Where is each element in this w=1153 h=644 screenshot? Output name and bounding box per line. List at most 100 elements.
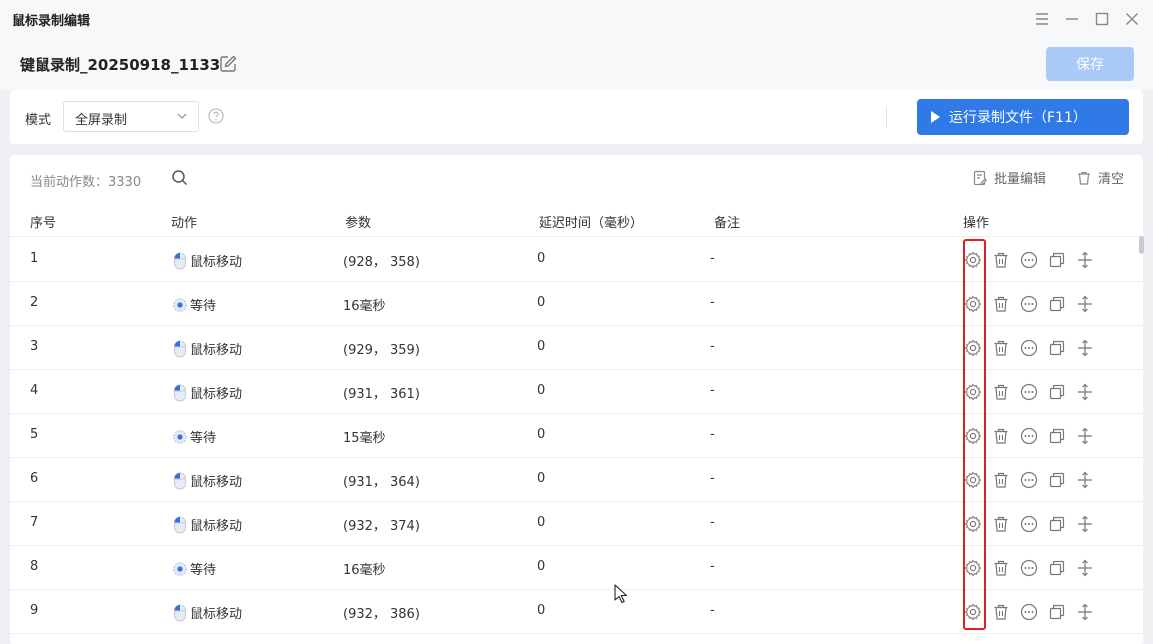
row-params: (929， 359) (343, 343, 420, 358)
recording-header: 键鼠录制_20250918_1133 保存 (0, 38, 1153, 90)
move-icon[interactable] (1075, 470, 1094, 489)
row-note: - (710, 471, 715, 486)
row-index: 2 (30, 295, 39, 310)
batch-edit-button[interactable]: 批量编辑 (972, 168, 1046, 187)
copy-icon[interactable] (1047, 338, 1066, 357)
window-controls (1031, 8, 1143, 30)
maximize-icon[interactable] (1091, 8, 1113, 30)
trash-icon[interactable] (991, 602, 1010, 621)
recording-name: 键鼠录制_20250918_1133 (20, 56, 221, 74)
more-icon[interactable] (1019, 294, 1038, 313)
mouse-icon (172, 604, 188, 622)
row-index: 1 (30, 251, 39, 266)
copy-icon[interactable] (1047, 470, 1066, 489)
column-index: 序号 (30, 216, 57, 231)
clear-label: 清空 (1098, 172, 1125, 187)
more-icon[interactable] (1019, 602, 1038, 621)
trash-icon[interactable] (991, 470, 1010, 489)
row-note: - (710, 339, 715, 354)
gear-icon[interactable] (963, 602, 982, 621)
action-count: 当前动作数：3330 (30, 175, 142, 190)
copy-icon[interactable] (1047, 602, 1066, 621)
row-delay: 0 (537, 427, 546, 442)
more-icon[interactable] (1019, 514, 1038, 533)
move-icon[interactable] (1075, 338, 1094, 357)
more-icon[interactable] (1019, 426, 1038, 445)
table-row[interactable]: 2 等待 16毫秒 0 - (10, 282, 1143, 326)
table-row[interactable]: 5 等待 15毫秒 0 - (10, 414, 1143, 458)
more-icon[interactable] (1019, 338, 1038, 357)
copy-icon[interactable] (1047, 294, 1066, 313)
trash-icon[interactable] (991, 514, 1010, 533)
menu-icon[interactable] (1031, 8, 1053, 30)
move-icon[interactable] (1075, 294, 1094, 313)
search-icon[interactable] (171, 169, 189, 187)
window-title: 鼠标录制编辑 (12, 13, 91, 29)
column-delay: 延迟时间（毫秒） (539, 216, 644, 231)
more-icon[interactable] (1019, 382, 1038, 401)
table-row[interactable]: 6 鼠标移动 (931， 364) 0 - (10, 458, 1143, 502)
edit-name-icon[interactable] (218, 54, 238, 74)
copy-icon[interactable] (1047, 514, 1066, 533)
trash-icon[interactable] (991, 558, 1010, 577)
mode-select[interactable]: 全屏录制 (63, 101, 199, 132)
row-operations (963, 382, 1094, 401)
trash-icon[interactable] (991, 382, 1010, 401)
gear-icon[interactable] (963, 514, 982, 533)
help-icon[interactable] (208, 108, 224, 124)
move-icon[interactable] (1075, 426, 1094, 445)
table-row[interactable]: 3 鼠标移动 (929， 359) 0 - (10, 326, 1143, 370)
column-params: 参数 (345, 216, 372, 231)
close-icon[interactable] (1121, 8, 1143, 30)
table-row[interactable]: 4 鼠标移动 (931， 361) 0 - (10, 370, 1143, 414)
batch-edit-icon (973, 170, 988, 185)
copy-icon[interactable] (1047, 382, 1066, 401)
more-icon[interactable] (1019, 470, 1038, 489)
move-icon[interactable] (1075, 514, 1094, 533)
gear-icon[interactable] (963, 382, 982, 401)
move-icon[interactable] (1075, 602, 1094, 621)
scrollbar-thumb[interactable] (1139, 236, 1144, 254)
divider (886, 107, 887, 128)
row-note: - (710, 251, 715, 266)
row-action-label: 等待 (190, 431, 217, 446)
trash-icon[interactable] (991, 338, 1010, 357)
row-action-label: 鼠标移动 (190, 475, 243, 490)
gear-icon[interactable] (963, 558, 982, 577)
row-action: 等待 (172, 427, 216, 446)
move-icon[interactable] (1075, 382, 1094, 401)
row-note: - (710, 559, 715, 574)
more-icon[interactable] (1019, 558, 1038, 577)
trash-icon[interactable] (991, 250, 1010, 269)
gear-icon[interactable] (963, 294, 982, 313)
gear-icon[interactable] (963, 250, 982, 269)
run-recording-button[interactable]: 运行录制文件（F11） (917, 99, 1129, 135)
table-row[interactable]: 1 鼠标移动 (928， 358) 0 - (10, 238, 1143, 282)
mouse-icon (172, 516, 188, 534)
save-button[interactable]: 保存 (1046, 47, 1134, 81)
gear-icon[interactable] (963, 426, 982, 445)
minimize-icon[interactable] (1061, 8, 1083, 30)
gear-icon[interactable] (963, 338, 982, 357)
more-icon[interactable] (1019, 250, 1038, 269)
trash-icon[interactable] (991, 426, 1010, 445)
move-icon[interactable] (1075, 250, 1094, 269)
gear-icon[interactable] (963, 470, 982, 489)
trash-icon (1078, 171, 1090, 185)
row-action-label: 鼠标移动 (190, 607, 243, 622)
gear-wait-icon (172, 561, 188, 577)
table-row[interactable]: 8 等待 16毫秒 0 - (10, 546, 1143, 590)
row-delay: 0 (537, 295, 546, 310)
row-delay: 0 (537, 383, 546, 398)
row-delay: 0 (537, 471, 546, 486)
copy-icon[interactable] (1047, 426, 1066, 445)
move-icon[interactable] (1075, 558, 1094, 577)
table-row[interactable]: 7 鼠标移动 (932， 374) 0 - (10, 502, 1143, 546)
copy-icon[interactable] (1047, 250, 1066, 269)
column-ops: 操作 (963, 216, 990, 231)
row-params: 16毫秒 (343, 563, 386, 578)
table-row[interactable]: 9 鼠标移动 (932， 386) 0 - (10, 590, 1143, 634)
copy-icon[interactable] (1047, 558, 1066, 577)
trash-icon[interactable] (991, 294, 1010, 313)
clear-button[interactable]: 清空 (1076, 168, 1124, 187)
